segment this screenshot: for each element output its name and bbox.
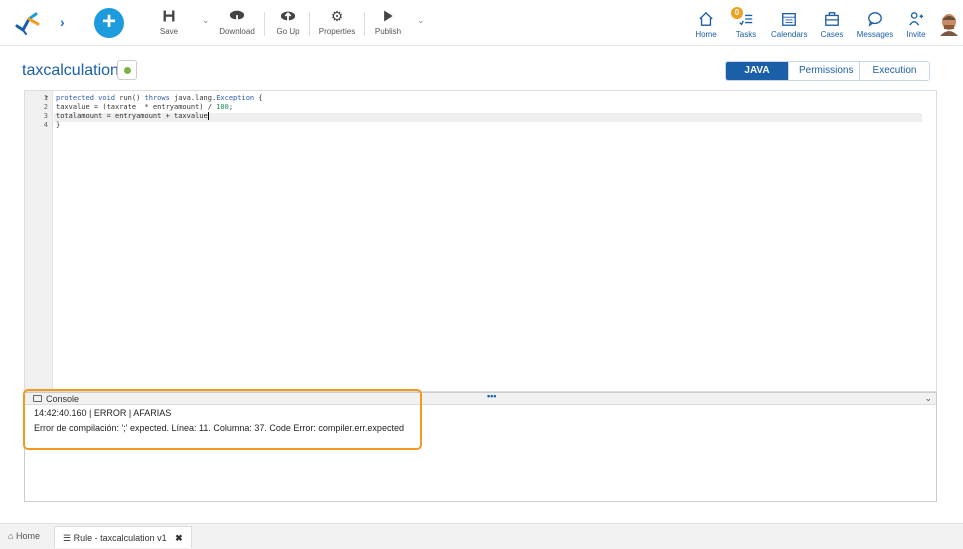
go-up-label: Go Up (276, 27, 300, 36)
bottom-tab-home[interactable]: ⌂ Home (8, 531, 40, 541)
cases-button[interactable]: Cases (820, 10, 844, 39)
invite-label: Invite (906, 30, 926, 39)
line-number: 2 (43, 103, 48, 111)
fold-icon[interactable]: ▾ (45, 94, 48, 101)
messages-button[interactable]: Messages (855, 10, 895, 39)
bottom-tab-label: Home (15, 531, 40, 541)
download-button[interactable]: Download (217, 7, 257, 36)
chat-icon (868, 12, 882, 27)
code-text: ; (228, 103, 234, 111)
editor-gutter: 1 ▾ 2 3 4 (25, 91, 53, 391)
home-label: Home (695, 30, 717, 39)
code-text: run() (115, 94, 145, 102)
bottom-tab-label: Rule - taxcalculation v1 (73, 533, 167, 543)
tab-java-code[interactable]: JAVA Code (726, 62, 788, 80)
download-icon (229, 10, 245, 24)
bottom-tab-rule[interactable]: ☰ Rule - taxcalculation v1 ✖ (54, 526, 192, 548)
tasks-badge: 0 (731, 7, 743, 19)
line-number: 4 (43, 121, 48, 129)
chevron-down-icon[interactable]: ⌄ (202, 15, 210, 26)
messages-label: Messages (856, 30, 894, 39)
code-line: } (56, 121, 60, 129)
properties-button[interactable]: ⚙ Properties (317, 7, 357, 36)
resize-handle[interactable]: ••• (487, 391, 496, 401)
status-indicator[interactable] (117, 60, 137, 80)
code-text: java.lang. (169, 94, 217, 102)
gear-icon: ⚙ (330, 8, 344, 24)
chevron-right-icon[interactable]: › (60, 14, 65, 30)
publish-button[interactable]: Publish (372, 7, 404, 36)
code-line: protected void run() throws java.lang.Ex… (56, 94, 263, 102)
code-line: totalamount = entryamount + taxvalue (56, 112, 209, 120)
text-cursor (207, 112, 209, 120)
cases-label: Cases (820, 30, 844, 39)
list-icon: ☰ (63, 533, 72, 543)
tasks-button[interactable]: 0 Tasks (731, 7, 758, 39)
code-line: taxvalue = (taxrate * entryamount) / 100… (56, 103, 233, 111)
go-up-button[interactable]: Go Up (273, 7, 303, 36)
logo-icon[interactable] (14, 10, 44, 36)
play-icon (384, 10, 393, 22)
tab-execution[interactable]: Execution (859, 62, 929, 80)
code-type: Exception (216, 94, 255, 102)
publish-label: Publish (374, 27, 402, 36)
highlight-box (23, 389, 422, 450)
download-label: Download (219, 27, 255, 36)
code-number: 100 (216, 103, 229, 111)
calendars-label: Calendars (771, 30, 808, 39)
status-dot (124, 67, 131, 74)
save-icon (163, 10, 175, 22)
line-number: 3 (43, 112, 48, 120)
close-icon[interactable]: ✖ (175, 533, 183, 543)
page-title: taxcalculation (22, 62, 119, 79)
properties-label: Properties (318, 27, 356, 36)
chevron-down-icon[interactable]: ⌄ (417, 15, 425, 26)
save-button[interactable]: Save (158, 7, 180, 36)
home-icon: ⌂ (8, 531, 14, 541)
code-keyword: protected (56, 94, 94, 102)
calendars-button[interactable]: Calendars (771, 10, 807, 39)
invite-icon (909, 12, 924, 26)
calendar-icon (782, 12, 796, 26)
code-editor[interactable]: 1 ▾ 2 3 4 protected void run() throws ja… (24, 90, 937, 392)
code-keyword: throws (144, 94, 170, 102)
home-button[interactable]: Home (694, 10, 718, 39)
code-text: } (56, 121, 61, 129)
chevron-down-icon[interactable]: ⌄ (924, 393, 932, 404)
toolbar-divider (309, 12, 310, 36)
tasks-label: Tasks (735, 30, 757, 39)
home-icon (699, 11, 713, 26)
save-label: Save (159, 27, 179, 36)
toolbar-divider (264, 12, 265, 36)
view-tabs: JAVA Code Permissions Execution (725, 61, 930, 81)
tab-permissions[interactable]: Permissions (788, 62, 859, 80)
top-toolbar: › + Save ⌄ Download Go Up ⚙ Properties P… (0, 0, 963, 46)
bottom-tab-bar: ⌂ Home ☰ Rule - taxcalculation v1 ✖ (0, 523, 963, 549)
invite-button[interactable]: Invite (904, 10, 928, 39)
code-keyword: void (98, 94, 116, 102)
code-text: taxvalue = (taxrate * entryamount) / (56, 103, 217, 111)
toolbar-divider (364, 12, 365, 36)
code-text: { (254, 94, 263, 102)
add-button[interactable]: + (94, 8, 124, 38)
avatar[interactable] (938, 12, 960, 36)
go-up-icon (280, 11, 296, 23)
code-text: totalamount = entryamount + taxvalue (56, 112, 208, 120)
briefcase-icon (825, 12, 839, 26)
